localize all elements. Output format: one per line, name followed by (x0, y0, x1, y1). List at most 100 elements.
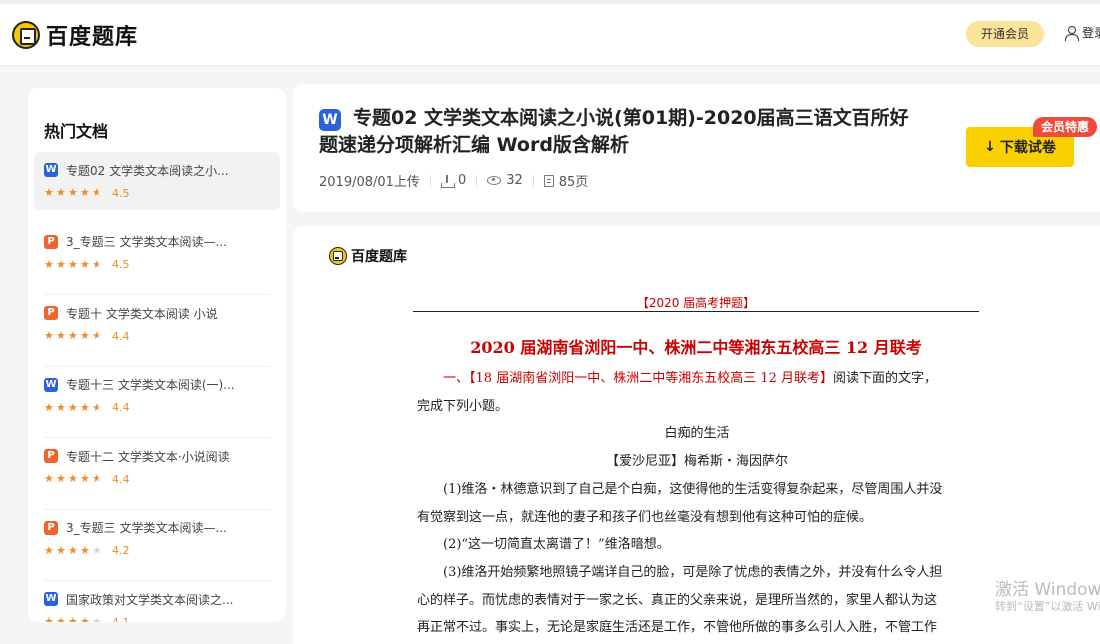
star-icon: ★ (44, 186, 54, 199)
star-icon: ★ (80, 615, 90, 623)
word-file-icon: W (44, 163, 58, 177)
star-icon: ★ (44, 615, 54, 623)
hot-doc-item[interactable]: P 专题十二 文学类文本·小说阅读 ★ ★ ★ ★ ★ 4.4 (34, 438, 280, 510)
paragraph-3b: 心的样子。而忧虑的表情对于一家之长、真正的父亲来说，是理所当然的，家里人都认为这 (417, 593, 938, 608)
star-icon: ★ (68, 472, 78, 485)
star-icon: ★ (44, 329, 54, 342)
star-icon: ★ (56, 472, 66, 485)
hot-doc-rating: ★ ★ ★ ★ ★ 4.2 (44, 544, 280, 558)
paragraph-2: (2)“这一切简直太离谱了！”维洛暗想。 (443, 537, 670, 552)
document-header: 专题02 文学类文本阅读之小说(第01期)-2020届高三语文百所好题速递分项解… (293, 84, 1100, 212)
star-icon: ★ (80, 543, 90, 557)
paper-brand-name: 百度题库 (351, 249, 407, 265)
star-icon: ★ (92, 401, 104, 414)
rating-score: 4.4 (112, 401, 130, 414)
page-count-value: 85页 (558, 175, 589, 190)
logo-icon (329, 247, 347, 265)
hot-docs-list: W 专题02 文学类文本阅读之小... ★ ★ ★ ★ ★ 4.5 P 3_专题三 文学类文本阅读… (34, 152, 280, 622)
login-label: 登录 (1082, 26, 1100, 40)
star-icon: ★ (80, 329, 90, 342)
download-count-value: 0 (457, 173, 467, 188)
vip-discount-badge: 会员特惠 (1033, 117, 1098, 137)
star-icon: ★ (92, 543, 102, 557)
hot-doc-item[interactable]: W 专题02 文学类文本阅读之小... ★ ★ ★ ★ ★ 4.5 (34, 152, 280, 210)
star-icon: ★ (44, 257, 54, 271)
star-icon: ★ (56, 329, 66, 342)
exam-title: 2020 届湖南省浏阳一中、株洲二中等湘东五校高三 12 月联考 (470, 338, 922, 357)
top-bar: 百度题库 开通会员 登录 (0, 0, 1100, 66)
star-icon: ★ (44, 400, 54, 414)
hot-doc-rating: ★ ★ ★ ★ ★ 4.5 (44, 258, 280, 272)
meta-divider (429, 174, 431, 187)
page-count: 85页 (543, 171, 589, 190)
hot-doc-item[interactable]: W 专题十三 文学类文本阅读(一)... ★ ★ ★ ★ ★ 4.4 (34, 367, 280, 438)
brand-name: 百度题库 (46, 25, 139, 50)
star-icon: ★ (56, 186, 66, 199)
download-icon (440, 174, 455, 188)
hot-doc-item[interactable]: P 3_专题三 文学类文本阅读—... ★ ★ ★ ★ ★ 4.2 (34, 510, 280, 581)
star-icon: ★ (92, 473, 104, 485)
story-author: 【爱沙尼亚】梅希斯・海因萨尔 (605, 454, 788, 469)
hot-doc-row: W 专题02 文学类文本阅读之小... (44, 162, 280, 178)
header-rule (413, 311, 979, 312)
hot-doc-item[interactable]: W 国家政策对文学类文本阅读之... ★ ★ ★ ★ ★ 4.1 (34, 581, 280, 622)
question-source: 【18 届湖南省浏阳一中、株洲二中等湘东五校高三 12 月联考】 (469, 371, 833, 386)
paragraph-1b: 有觉察到这一点，就连他的妻子和孩子们也丝毫没有想到他有这种可怕的症候。 (417, 510, 873, 525)
brand-logo[interactable]: 百度题库 (12, 20, 138, 50)
windows-activation-watermark: 激活 Windows (995, 580, 1100, 600)
hot-doc-row: P 3_专题三 文学类文本阅读—... (44, 520, 280, 536)
star-icon: ★ (92, 258, 104, 271)
star-icon: ★ (68, 543, 78, 557)
view-count: 32 (487, 173, 523, 188)
document-preview[interactable]: 百度题库 【2020 届高考押题】 2020 届湖南省浏阳一中、株洲二中等湘东五… (293, 226, 1100, 644)
hot-doc-title: 3_专题三 文学类文本阅读—... (66, 521, 227, 535)
logo-icon (12, 21, 40, 49)
word-file-icon: W (44, 592, 58, 606)
ppt-file-icon: P (44, 234, 58, 249)
hot-doc-rating: ★ ★ ★ ★ ★ 4.5 (44, 186, 280, 200)
hot-doc-row: P 3_专题三 文学类文本阅读—... (44, 234, 280, 250)
open-vip-button[interactable]: 开通会员 (966, 21, 1044, 47)
star-icon: ★ (80, 400, 90, 414)
question-instruction: 阅读下面的文字， (833, 371, 938, 386)
ppt-file-icon: P (44, 449, 58, 463)
arrow-down-icon: ↓ (984, 139, 996, 155)
hot-doc-item[interactable]: P 3_专题三 文学类文本阅读—... ★ ★ ★ ★ ★ 4.5 (34, 224, 280, 295)
star-icon: ★ (56, 615, 66, 623)
hot-doc-title: 专题02 文学类文本阅读之小... (66, 163, 229, 178)
star-icon: ★ (92, 330, 104, 342)
star-icon: ★ (68, 257, 78, 271)
hot-doc-title: 3_专题三 文学类文本阅读—... (66, 235, 227, 249)
star-icon: ★ (68, 615, 78, 623)
star-icon: ★ (56, 400, 66, 414)
login-link[interactable]: 登录 (1064, 24, 1100, 41)
rating-score: 4.1 (112, 615, 130, 623)
question-instruction-cont: 完成下列小题。 (417, 399, 509, 414)
meta-divider (476, 174, 478, 187)
rating-stars: ★ ★ ★ ★ ★ (44, 187, 104, 199)
star-icon: ★ (92, 187, 104, 199)
user-icon (1064, 25, 1079, 41)
word-file-icon: W (319, 109, 341, 131)
star-icon: ★ (68, 329, 78, 342)
hot-doc-title: 专题十三 文学类文本阅读(一)... (66, 378, 235, 392)
hot-doc-item[interactable]: P 专题十 文学类文本阅读 小说 ★ ★ ★ ★ ★ 4.4 (34, 295, 280, 367)
eye-icon (487, 176, 502, 185)
meta-divider (532, 174, 534, 187)
top-divider (0, 0, 1100, 4)
paragraph-1a: (1)维洛・林德意识到了自己是个白痴，这使得他的生活变得复杂起来，尽管周围人并没 (443, 482, 943, 497)
rating-score: 4.2 (112, 544, 130, 557)
hot-doc-row: P 专题十 文学类文本阅读 小说 (44, 305, 280, 321)
hot-doc-rating: ★ ★ ★ ★ ★ 4.4 (44, 472, 280, 486)
hot-docs-sidebar: 热门文档 W 专题02 文学类文本阅读之小... ★ ★ ★ ★ ★ 4.5 P 3_专题三 文学… (28, 88, 286, 622)
paragraph-3a: (3)维洛开始频繁地照镜子端详自己的脸，可是除了忧虑的表情之外，并没有什么令人担 (443, 565, 943, 580)
question-intro: 一、【18 届湖南省浏阳一中、株洲二中等湘东五校高三 12 月联考】阅读下面的文… (417, 370, 977, 388)
rating-score: 4.5 (112, 258, 130, 271)
star-icon: ★ (92, 615, 102, 623)
hot-doc-title: 专题十 文学类文本阅读 小说 (66, 306, 218, 321)
upload-date: 2019/08/01上传 (319, 175, 420, 190)
star-icon: ★ (56, 257, 66, 271)
document-title: 专题02 文学类文本阅读之小说(第01期)-2020届高三语文百所好题速递分项解… (319, 107, 909, 156)
paper-brand: 百度题库 (329, 246, 407, 266)
rating-stars: ★ ★ ★ ★ ★ (44, 400, 104, 414)
